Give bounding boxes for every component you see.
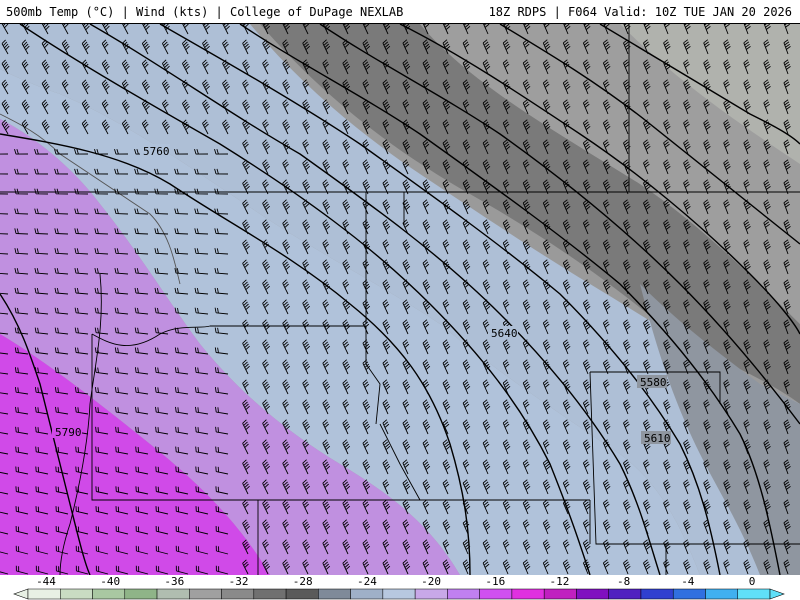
colorbar-swatch: [382, 588, 416, 600]
colorbar-tick-label: -8: [617, 575, 631, 588]
contour-label-5580: 5580: [640, 376, 667, 389]
colorbar-swatch: [253, 588, 287, 600]
colorbar-left-arrow: [13, 588, 29, 600]
colorbar-swatch: [672, 588, 706, 600]
colorbar-swatch: [640, 588, 674, 600]
colorbar-tick-label: -36: [164, 575, 185, 588]
colorbar-swatch: [60, 588, 93, 600]
colorbar-tick-label: 0: [748, 575, 756, 588]
colorbar-right-arrow: [769, 588, 785, 600]
colorbar: -44 -40 -36 -32 -28 -24 -20 -16 -12 -8 -4 0: [0, 575, 800, 600]
contour-label-5610: 5610: [644, 432, 671, 445]
colorbar-swatch: [27, 588, 61, 600]
map-panel: 5760 5640 5580 5610 5790: [0, 24, 800, 575]
contour-label-5790: 5790: [55, 426, 82, 439]
colorbar-swatch: [511, 588, 545, 600]
colorbar-swatch: [92, 588, 126, 600]
colorbar-labels: -44 -40 -36 -32 -28 -24 -20 -16 -12 -8 -4 0: [0, 575, 800, 588]
colorbar-swatch: [705, 588, 738, 600]
colorbar-swatch: [221, 588, 255, 600]
colorbar-tick-label: -20: [421, 575, 442, 588]
colorbar-swatch: [318, 588, 351, 600]
colorbar-swatch: [576, 588, 609, 600]
colorbar-tick-label: -44: [36, 575, 56, 588]
colorbar-tick-label: -24: [356, 575, 377, 588]
title-bar: 500mb Temp (°C) | Wind (kts) | College o…: [0, 0, 800, 24]
colorbar-swatch: [414, 588, 448, 600]
colorbar-swatch: [608, 588, 642, 600]
contour-label-5640: 5640: [491, 327, 518, 340]
colorbar-swatch: [189, 588, 222, 600]
colorbar-tick-label: -40: [100, 575, 121, 588]
colorbar-swatch: [447, 588, 480, 600]
colorbar-scale: [13, 588, 785, 600]
colorbar-swatch: [479, 588, 513, 600]
contour-label-5760: 5760: [143, 145, 170, 158]
colorbar-tick-label: -32: [228, 575, 249, 588]
colorbar-swatch: [543, 588, 577, 600]
colorbar-tick-label: -16: [485, 575, 506, 588]
model-run-info: 18Z RDPS | F064 Valid: 10Z TUE JAN 20 20…: [488, 5, 792, 19]
colorbar-tick-label: -4: [681, 575, 695, 588]
colorbar-swatch: [285, 588, 319, 600]
colorbar-swatch: [737, 588, 771, 600]
weather-map: 5760 5640 5580 5610 5790: [0, 24, 800, 575]
colorbar-swatch: [350, 588, 384, 600]
colorbar-swatch: [124, 588, 158, 600]
colorbar-tick-label: -28: [292, 575, 313, 588]
colorbar-tick-label: -12: [549, 575, 570, 588]
colorbar-swatch: [156, 588, 190, 600]
map-title: 500mb Temp (°C) | Wind (kts) | College o…: [6, 5, 404, 19]
